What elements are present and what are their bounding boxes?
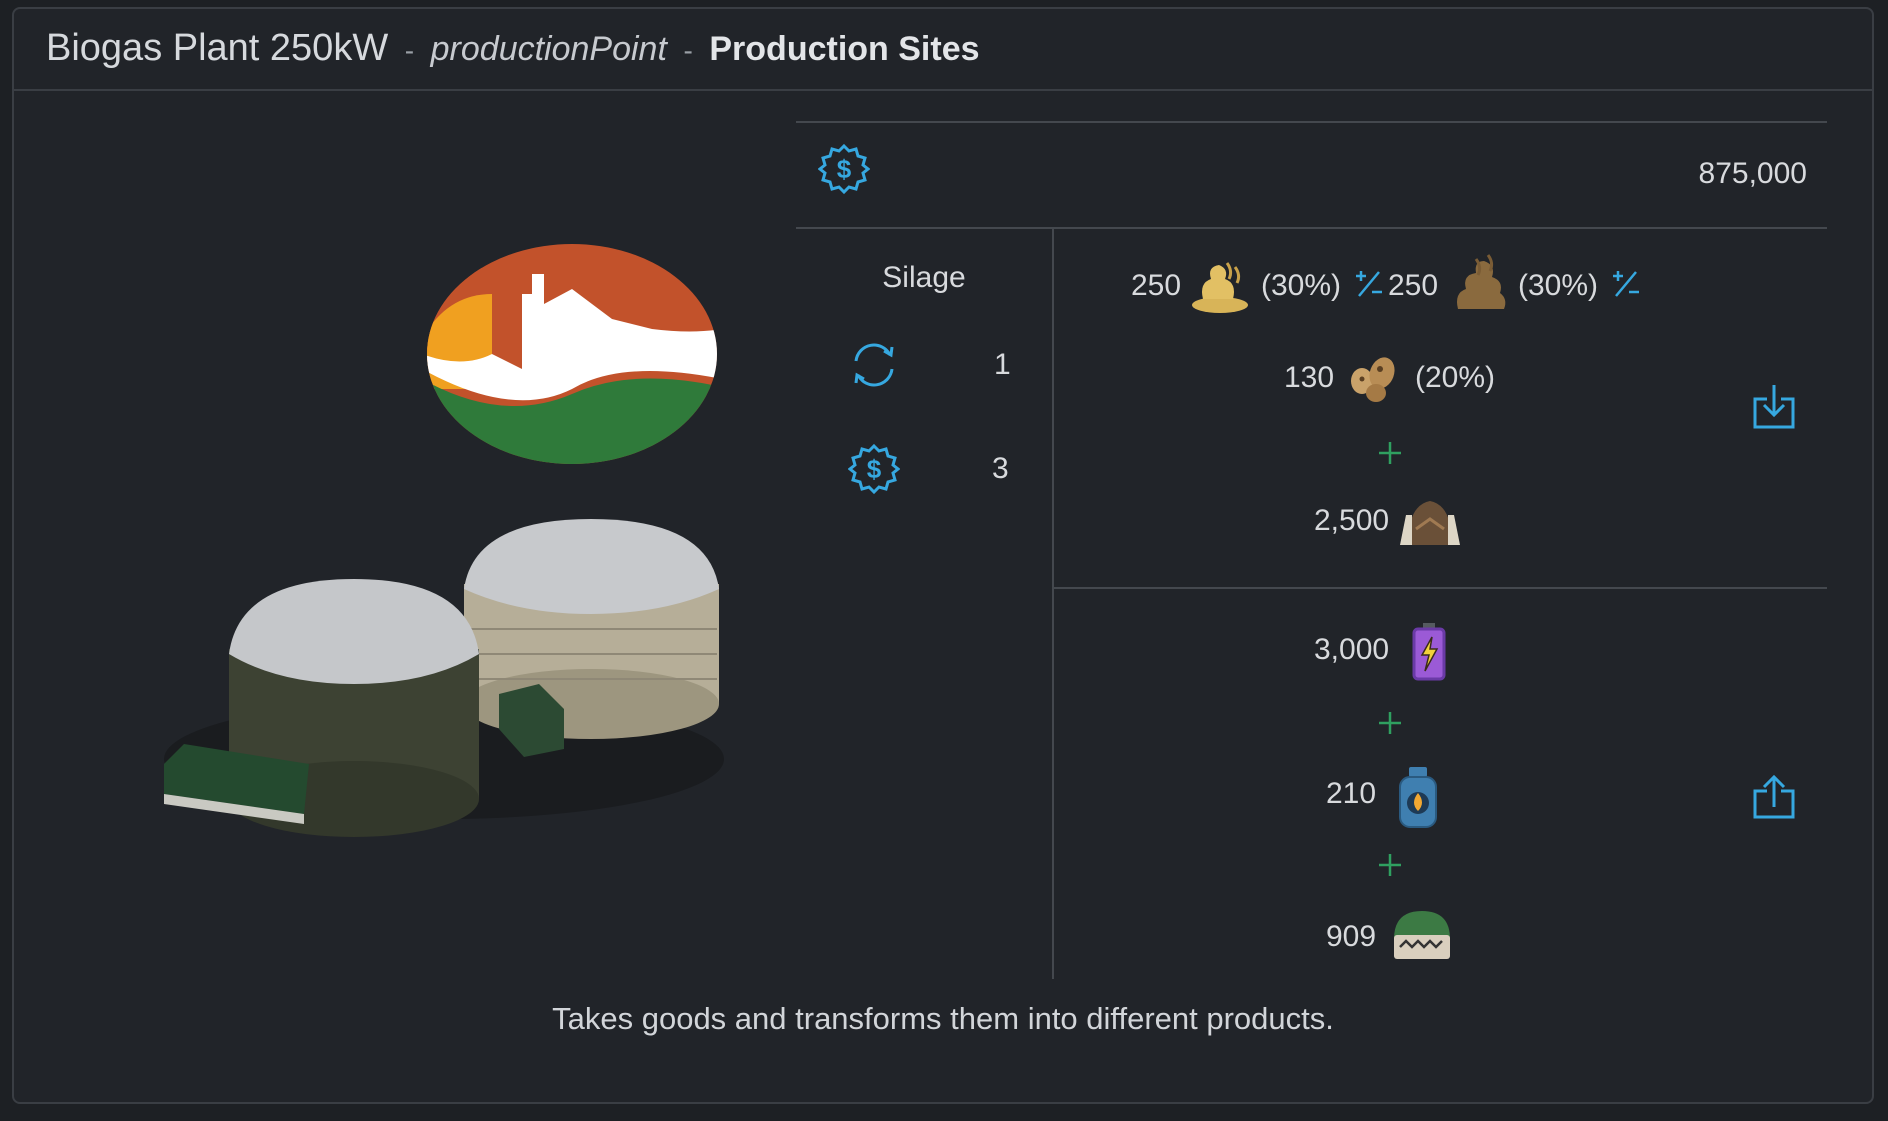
output-upload-icon[interactable] [1751, 773, 1797, 821]
digestate-fertilizer-icon [1394, 911, 1450, 959]
building-category: Production Sites [709, 30, 980, 68]
cost-value: 3 [992, 452, 1009, 485]
production-point-panel: Biogas Plant 250kW - productionPoint - P… [12, 7, 1874, 1104]
divider [1052, 587, 1827, 589]
biogas-plant-render [164, 519, 724, 837]
title-separator: - [404, 35, 415, 66]
title-separator: - [683, 35, 693, 66]
manure-icon [1457, 254, 1506, 309]
divider [796, 227, 1827, 229]
input-share: (20%) [1415, 361, 1496, 394]
page-title: Biogas Plant 250kW - productionPoint - P… [46, 27, 980, 70]
input-download-icon[interactable] [1751, 383, 1797, 431]
svg-text:$: $ [837, 154, 852, 184]
input-amount: 250 [1131, 269, 1182, 302]
input-amount: 250 [1388, 269, 1439, 302]
divider [796, 121, 1827, 123]
price-gear-dollar-icon: $ [818, 143, 870, 195]
liquid-manure-icon [1192, 262, 1248, 313]
output-amount: 909 [1326, 920, 1377, 953]
stats-table: $ 875,000 Silage 1 $ 3 250 (30%) 250 (30… [796, 121, 1827, 991]
input-share: (30%) [1261, 269, 1342, 302]
panel-header: Biogas Plant 250kW - productionPoint - P… [14, 9, 1872, 91]
input-share: (30%) [1518, 269, 1599, 302]
digestate-icon [1351, 357, 1395, 402]
output-amount: 3,000 [1314, 633, 1390, 666]
svg-text:$: $ [867, 454, 882, 484]
building-type: productionPoint [430, 30, 667, 68]
building-name: Biogas Plant 250kW [46, 27, 389, 69]
silage-bunker-icon [1400, 501, 1460, 545]
plus-icon [1379, 442, 1401, 464]
input-amount: 2,500 [1314, 504, 1390, 537]
description: Takes goods and transforms them into dif… [552, 1001, 1334, 1036]
plus-minus-icon [1613, 271, 1639, 297]
plus-icon [1379, 854, 1401, 876]
cycle-icon [854, 343, 894, 387]
plus-icon [1379, 712, 1401, 734]
cycles-value: 1 [994, 348, 1011, 381]
input-amount: 130 [1284, 361, 1335, 394]
divider [1052, 227, 1054, 979]
methane-gas-bottle-icon [1399, 767, 1437, 828]
biogas-brand-logo [427, 244, 717, 464]
price-value: 875,000 [1698, 157, 1807, 190]
electricity-battery-icon [1412, 623, 1446, 681]
cost-gear-dollar-icon: $ [848, 443, 900, 495]
plus-minus-icon [1356, 271, 1382, 297]
output-amount: 210 [1326, 777, 1377, 810]
production-name: Silage [882, 261, 966, 294]
